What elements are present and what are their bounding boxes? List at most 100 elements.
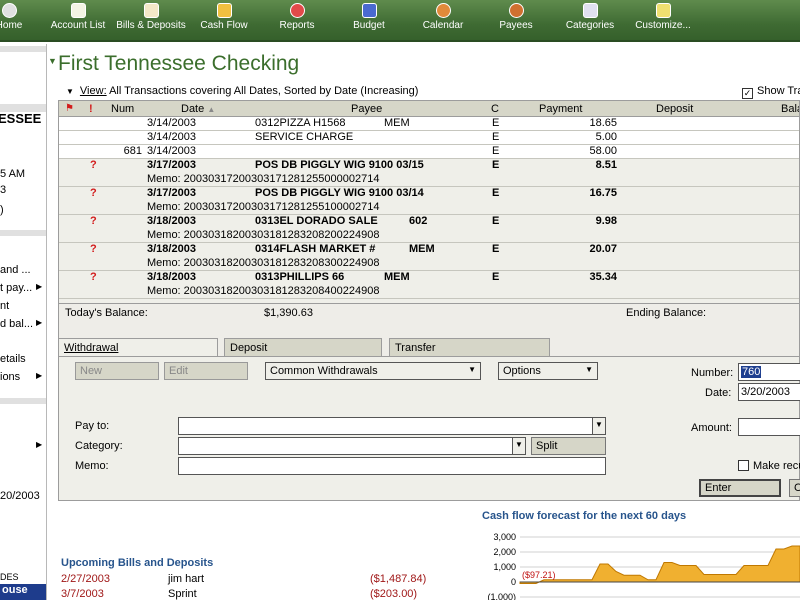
number-label: Number:	[691, 367, 734, 379]
memo-field[interactable]	[178, 457, 606, 475]
cell-cleared: E	[492, 117, 500, 129]
dropdown-arrow-icon: ▼	[66, 87, 74, 96]
categories-icon	[582, 3, 598, 18]
register-footer: Today's Balance: $1,390.63 Ending Balanc…	[59, 303, 799, 321]
column-date[interactable]: Date ▲	[181, 103, 215, 115]
toolbar-payees-button[interactable]: Payees	[492, 0, 540, 40]
tab-withdrawal[interactable]: Withdrawal	[58, 338, 218, 358]
table-row[interactable]: ? 3/18/2003 0313EL DORADO SALE 602 E 9.98 Memo…	[59, 215, 799, 243]
toolbar-bills-deposits-button[interactable]: Bills & Deposits	[114, 0, 188, 40]
view-description: All Transactions covering All Dates, Sor…	[109, 85, 419, 97]
date-field[interactable]: 3/20/2003	[738, 383, 800, 401]
arrow-right-icon: ▶	[36, 371, 43, 380]
sidebar-link[interactable]: ions ▶	[0, 371, 46, 383]
sidebar-link-label: ions	[0, 371, 21, 383]
toolbar-home-button[interactable]: Home	[0, 0, 26, 40]
number-field[interactable]: 760	[738, 363, 800, 381]
common-withdrawals-dropdown[interactable]: Common Withdrawals ▼	[265, 362, 481, 380]
upcoming-amount: ($203.00)	[370, 588, 418, 600]
show-transactions-checkbox[interactable]: ✓ Show Tra	[742, 85, 800, 99]
sidebar-link[interactable]: nt	[0, 300, 9, 312]
make-recurring-checkbox[interactable]: Make recu	[738, 460, 800, 472]
cell-payee: SERVICE CHARGE	[255, 131, 354, 143]
toolbar-cash-flow-button[interactable]: Cash Flow	[196, 0, 252, 40]
toolbar-calendar-button[interactable]: Calendar	[418, 0, 468, 40]
toolbar-reports-button[interactable]: Reports	[272, 0, 322, 40]
toolbar-categories-button[interactable]: Categories	[562, 0, 618, 40]
edit-button[interactable]: Edit	[164, 362, 248, 380]
cell-cleared: E	[492, 215, 500, 227]
tab-deposit[interactable]: Deposit	[224, 338, 382, 356]
sort-ascending-icon: ▲	[207, 105, 216, 114]
table-row[interactable]: 681 3/14/2003 E 58.00	[59, 145, 799, 159]
sidebar: ESSEE 5 AM 3 ) and ... t pay... ▶ nt d ba…	[0, 44, 47, 600]
toolbar-customize-button[interactable]: Customize...	[632, 0, 694, 40]
column-payment[interactable]: Payment	[539, 103, 582, 115]
column-deposit[interactable]: Deposit	[656, 103, 693, 115]
sidebar-link-label: t pay...	[0, 282, 33, 294]
y-tick-label: (1,000)	[487, 592, 516, 600]
column-date-label: Date	[181, 103, 205, 115]
view-menu[interactable]: ▼ View: All Transactions covering All Dat…	[66, 85, 418, 97]
dropdown-arrow-icon[interactable]: ▼	[592, 418, 605, 434]
table-row[interactable]: 3/14/2003 SERVICE CHARGE E 5.00	[59, 131, 799, 145]
split-label: Split	[536, 440, 558, 452]
sidebar-link-label: etails	[0, 353, 26, 365]
ending-balance-label: Ending Balance:	[626, 307, 707, 319]
tab-transfer[interactable]: Transfer	[389, 338, 550, 356]
toolbar-label: Bills & Deposits	[116, 20, 186, 31]
cell-date: 3/17/2003	[147, 187, 196, 199]
cell-num: 681	[123, 145, 142, 157]
checkbox-unchecked-icon	[738, 460, 749, 471]
column-cleared[interactable]: C	[491, 103, 499, 115]
cell-cleared: E	[492, 271, 500, 283]
dropdown-arrow-icon: ▼	[468, 365, 476, 374]
cell-payment: 35.34	[589, 271, 617, 283]
sidebar-ad-banner[interactable]: ouse	[0, 584, 46, 600]
pay-to-field[interactable]: ▼	[178, 417, 606, 435]
sidebar-text: 3	[0, 184, 7, 196]
todays-balance-value: $1,390.63	[264, 307, 313, 319]
dropdown-arrow-icon[interactable]: ▼	[512, 438, 525, 454]
table-row[interactable]: ? 3/17/2003 POS DB PIGGLY WIG 9100 03/15 E 8…	[59, 159, 799, 187]
column-num[interactable]: Num	[111, 103, 134, 115]
y-tick-label: 2,000	[493, 547, 516, 557]
cell-memo: Memo: 20030317200303171281255100002714	[147, 201, 380, 213]
table-row[interactable]: 3/14/2003 0312PIZZA H1568 MEM E 18.65	[59, 117, 799, 131]
payees-icon	[508, 3, 524, 18]
sidebar-date: 20/2003	[0, 490, 40, 502]
cancel-button[interactable]: C	[789, 479, 800, 497]
cash-flow-forecast-title[interactable]: Cash flow forecast for the next 60 days	[482, 510, 686, 522]
uncategorized-flag-icon: ?	[90, 187, 97, 199]
new-button[interactable]: New	[75, 362, 159, 380]
amount-field[interactable]	[738, 418, 800, 436]
table-row[interactable]: ? 3/18/2003 0314FLASH MARKET # MEM E 20.07 Mem…	[59, 243, 799, 271]
sidebar-link[interactable]: etails	[0, 353, 26, 365]
transaction-register: ⚑ ! Num Date ▲ Payee C Payment Deposit B…	[58, 100, 800, 376]
toolbar-label: Home	[0, 20, 23, 31]
cell-date: 3/14/2003	[147, 131, 196, 143]
sidebar-band	[0, 230, 46, 236]
sidebar-ad-text: DES	[0, 572, 19, 582]
options-dropdown[interactable]: Options ▼	[498, 362, 598, 380]
sidebar-link-label: and ...	[0, 264, 31, 276]
column-balance[interactable]: Bala	[781, 103, 799, 115]
split-button[interactable]: Split	[531, 437, 606, 455]
toolbar-account-list-button[interactable]: Account List	[48, 0, 108, 40]
sidebar-link[interactable]: and ...	[0, 264, 31, 276]
table-row[interactable]: ? 3/18/2003 0313PHILLIPS 66 MEM E 35.34 Memo: …	[59, 271, 799, 299]
collapse-triangle-icon[interactable]: ▼	[48, 56, 57, 66]
upcoming-bills-title[interactable]: Upcoming Bills and Deposits	[61, 557, 213, 569]
sidebar-link[interactable]: t pay... ▶	[0, 282, 46, 294]
column-payee[interactable]: Payee	[351, 103, 382, 115]
transaction-entry-form: New Edit Common Withdrawals ▼ Options ▼ Nu…	[58, 356, 800, 501]
cell-memo: Memo: 20030318200303181283208200224908	[147, 229, 380, 241]
uncategorized-flag-icon: ?	[90, 243, 97, 255]
view-label: View:	[79, 85, 107, 97]
sidebar-text: )	[0, 204, 4, 216]
sidebar-link[interactable]: d bal... ▶	[0, 318, 46, 330]
toolbar-budget-button[interactable]: Budget	[346, 0, 392, 40]
category-field[interactable]: ▼	[178, 437, 526, 455]
table-row[interactable]: ? 3/17/2003 POS DB PIGGLY WIG 9100 03/14 E 1…	[59, 187, 799, 215]
enter-button[interactable]: Enter	[699, 479, 781, 497]
